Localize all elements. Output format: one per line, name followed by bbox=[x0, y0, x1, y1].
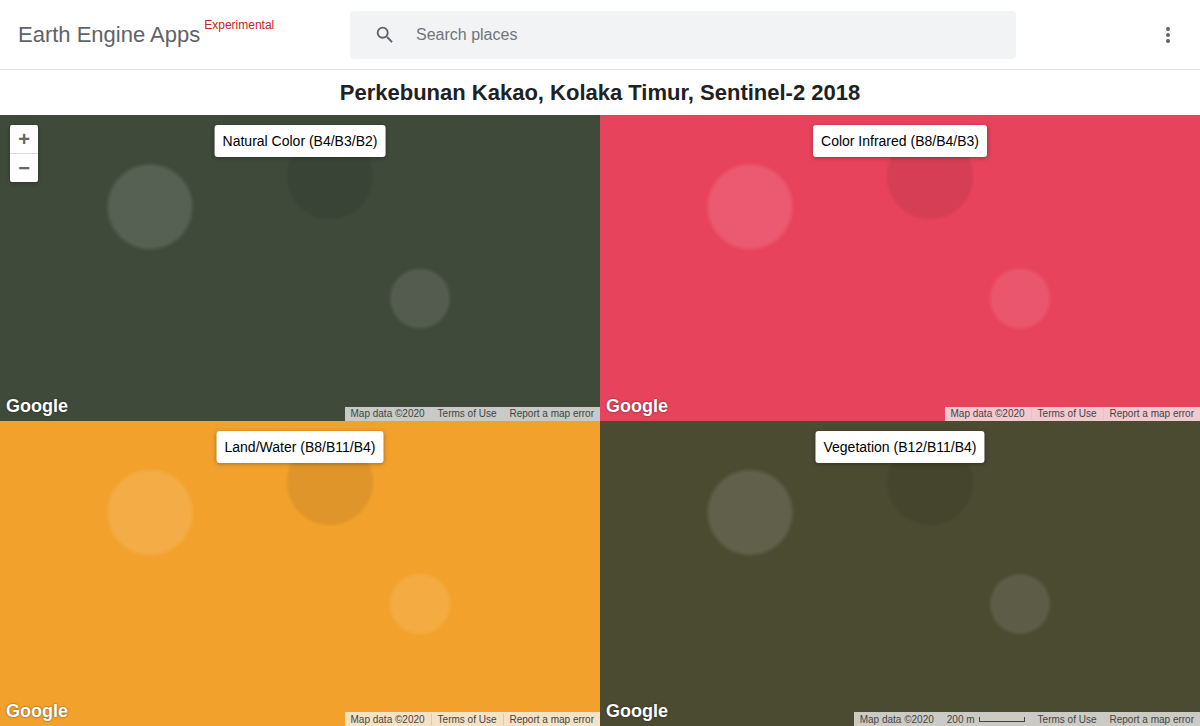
map-label: Land/Water (B8/B11/B4) bbox=[217, 431, 384, 463]
logo[interactable]: Earth Engine AppsExperimental bbox=[18, 22, 350, 48]
map-data[interactable]: Map data ©2020 bbox=[345, 714, 431, 725]
zoom-out-button[interactable]: − bbox=[10, 153, 38, 182]
search-icon bbox=[374, 24, 396, 46]
search-input[interactable] bbox=[414, 25, 1000, 45]
map-panel[interactable]: Vegetation (B12/B11/B4) Google Map data ©2… bbox=[600, 421, 1200, 726]
map-panel[interactable]: Natural Color (B4/B3/B2) +− Google Map data… bbox=[0, 115, 600, 421]
header: Earth Engine Apps Experimental bbox=[0, 0, 1200, 70]
google-logo[interactable]: Google bbox=[606, 701, 668, 722]
more-icon bbox=[1166, 27, 1170, 43]
attribution-bar: Map data ©2020Terms of UseReport a map e… bbox=[345, 407, 600, 421]
map-panel[interactable]: Land/Water (B8/B11/B4) Google Map data ©20… bbox=[0, 421, 600, 726]
google-logo[interactable]: Google bbox=[6, 701, 68, 722]
zoom-controls: +− bbox=[10, 125, 38, 182]
map-grid: Natural Color (B4/B3/B2) +− Google Map data… bbox=[0, 115, 1200, 726]
attribution-bar: Map data ©2020Terms of UseReport a map e… bbox=[345, 712, 600, 726]
experimental-badge: Experimental bbox=[204, 18, 274, 32]
map-data[interactable]: Map data ©2020 bbox=[345, 408, 431, 419]
logo-title: Earth Engine Apps bbox=[18, 22, 200, 48]
menu-button[interactable] bbox=[1156, 23, 1180, 47]
terms-link[interactable]: Terms of Use bbox=[1031, 714, 1103, 725]
attribution-bar: Map data ©2020200 mTerms of UseReport a … bbox=[854, 712, 1200, 726]
map-data[interactable]: Map data ©2020 bbox=[945, 408, 1031, 419]
page-title: Perkebunan Kakao, Kolaka Timur, Sentinel… bbox=[340, 80, 860, 106]
map-panel[interactable]: Color Infrared (B8/B4/B3) Google Map data … bbox=[600, 115, 1200, 421]
terms-link[interactable]: Terms of Use bbox=[1031, 408, 1103, 419]
google-logo[interactable]: Google bbox=[6, 396, 68, 417]
report-link[interactable]: Report a map error bbox=[1103, 714, 1200, 725]
google-logo[interactable]: Google bbox=[606, 396, 668, 417]
title-bar: Perkebunan Kakao, Kolaka Timur, Sentinel… bbox=[0, 70, 1200, 115]
terms-link[interactable]: Terms of Use bbox=[431, 408, 503, 419]
map-label: Natural Color (B4/B3/B2) bbox=[215, 125, 386, 157]
report-link[interactable]: Report a map error bbox=[1103, 408, 1200, 419]
attribution-bar: Map data ©2020Terms of UseReport a map e… bbox=[945, 407, 1200, 421]
app: Earth Engine Apps Experimental Perkebunan … bbox=[0, 0, 1200, 726]
report-link[interactable]: Report a map error bbox=[503, 408, 600, 419]
zoom-in-button[interactable]: + bbox=[10, 125, 38, 153]
terms-link[interactable]: Terms of Use bbox=[431, 714, 503, 725]
scale-bar[interactable]: 200 m bbox=[940, 714, 1031, 725]
search-box bbox=[350, 11, 1016, 59]
map-label: Vegetation (B12/B11/B4) bbox=[815, 431, 984, 463]
report-link[interactable]: Report a map error bbox=[503, 714, 600, 725]
scale-line bbox=[979, 717, 1025, 722]
map-label: Color Infrared (B8/B4/B3) bbox=[813, 125, 987, 157]
map-data[interactable]: Map data ©2020 bbox=[854, 714, 940, 725]
